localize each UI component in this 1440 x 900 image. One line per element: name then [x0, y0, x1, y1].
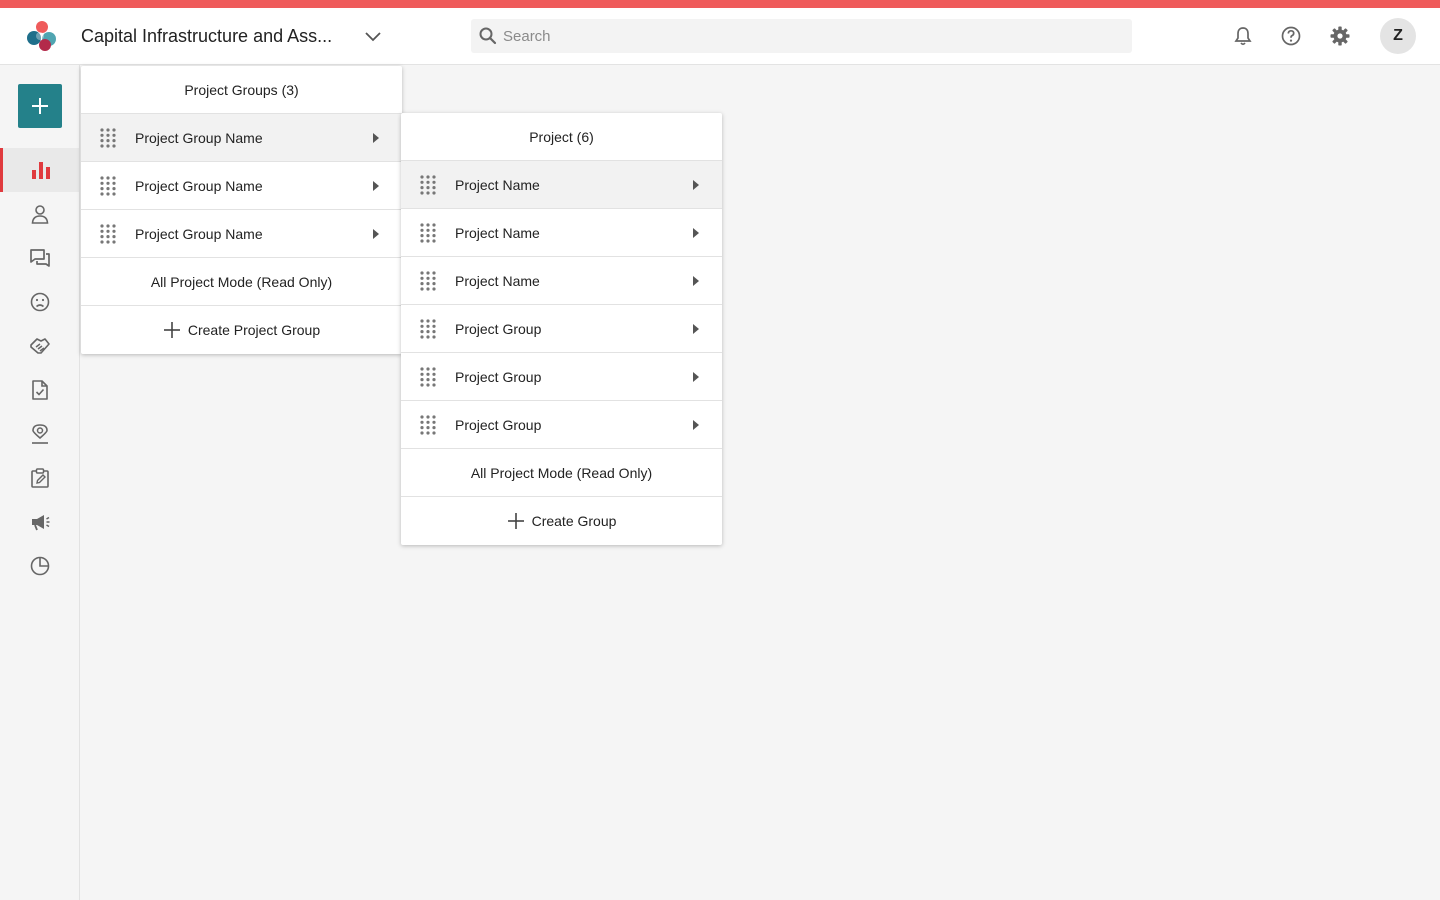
project-label: Project Name	[455, 224, 540, 241]
bar-chart-icon	[32, 162, 50, 179]
sidebar-item-stakeholders[interactable]	[0, 412, 79, 456]
sidebar	[0, 65, 80, 900]
plus-icon	[163, 322, 180, 338]
project-label: Project Name	[455, 176, 540, 193]
create-group-button[interactable]: Create Group	[401, 497, 722, 545]
drag-handle-icon[interactable]	[418, 414, 438, 435]
projects-panel: Project (6) Project Name Project Name Pr…	[401, 113, 722, 545]
top-bar: Capital Infrastructure and Ass... Search…	[0, 8, 1440, 65]
sidebar-item-complaints[interactable]	[0, 280, 79, 324]
caret-right-icon	[693, 420, 699, 430]
plus-icon	[32, 98, 48, 114]
project-item[interactable]: Project Group	[401, 353, 722, 401]
sidebar-item-dashboard[interactable]	[0, 148, 79, 192]
sad-face-icon	[30, 292, 49, 312]
accent-bar	[0, 0, 1440, 8]
project-label: Project Group	[455, 368, 542, 385]
project-title[interactable]: Capital Infrastructure and Ass...	[81, 26, 332, 47]
project-item[interactable]: Project Name	[401, 209, 722, 257]
drag-handle-icon[interactable]	[418, 318, 438, 339]
handshake-icon	[29, 338, 50, 354]
search-input[interactable]	[503, 27, 1103, 45]
all-project-mode-option[interactable]: All Project Mode (Read Only)	[401, 449, 722, 497]
sidebar-item-agreements[interactable]	[0, 324, 79, 368]
project-item[interactable]: Project Name	[401, 161, 722, 209]
create-group-label: Create Group	[531, 513, 617, 529]
help-icon[interactable]	[1280, 25, 1302, 47]
drag-handle-icon[interactable]	[98, 175, 118, 196]
search-icon	[479, 27, 497, 45]
chat-icon	[29, 249, 50, 267]
chevron-down-icon[interactable]	[363, 28, 383, 46]
project-group-item[interactable]: Project Group Name	[81, 114, 402, 162]
caret-right-icon	[373, 229, 379, 239]
project-group-item[interactable]: Project Group Name	[81, 162, 402, 210]
project-group-label: Project Group Name	[135, 129, 263, 146]
drag-handle-icon[interactable]	[98, 127, 118, 148]
sidebar-item-tasks[interactable]	[0, 456, 79, 500]
sidebar-item-announcements[interactable]	[0, 500, 79, 544]
create-project-group-button[interactable]: Create Project Group	[81, 306, 402, 354]
location-person-icon	[31, 424, 48, 444]
drag-handle-icon[interactable]	[98, 223, 118, 244]
search-bar	[471, 19, 1132, 53]
sidebar-item-reports[interactable]	[0, 544, 79, 588]
add-button[interactable]	[18, 84, 62, 128]
project-groups-header: Project Groups (3)	[81, 66, 402, 114]
sidebar-item-documents[interactable]	[0, 368, 79, 412]
project-label: Project Name	[455, 272, 540, 289]
plus-icon	[507, 513, 524, 529]
project-groups-panel: Project Groups (3) Project Group Name Pr…	[81, 66, 402, 354]
caret-right-icon	[373, 133, 379, 143]
megaphone-icon	[31, 515, 49, 531]
drag-handle-icon[interactable]	[418, 174, 438, 195]
project-item[interactable]: Project Group	[401, 305, 722, 353]
clipboard-edit-icon	[30, 468, 49, 488]
app-logo-icon[interactable]	[22, 19, 60, 53]
project-group-label: Project Group Name	[135, 225, 263, 242]
drag-handle-icon[interactable]	[418, 222, 438, 243]
caret-right-icon	[693, 276, 699, 286]
pie-chart-icon	[30, 556, 49, 576]
project-label: Project Group	[455, 416, 542, 433]
all-project-mode-option[interactable]: All Project Mode (Read Only)	[81, 258, 402, 306]
project-item[interactable]: Project Name	[401, 257, 722, 305]
caret-right-icon	[693, 180, 699, 190]
drag-handle-icon[interactable]	[418, 270, 438, 291]
project-item[interactable]: Project Group	[401, 401, 722, 449]
caret-right-icon	[693, 372, 699, 382]
caret-right-icon	[693, 228, 699, 238]
projects-header: Project (6)	[401, 113, 722, 161]
gear-icon[interactable]	[1329, 25, 1351, 47]
project-group-item[interactable]: Project Group Name	[81, 210, 402, 258]
sidebar-item-people[interactable]	[0, 192, 79, 236]
project-group-label: Project Group Name	[135, 177, 263, 194]
project-label: Project Group	[455, 320, 542, 337]
avatar[interactable]: Z	[1380, 18, 1416, 54]
file-check-icon	[31, 380, 48, 400]
sidebar-item-messages[interactable]	[0, 236, 79, 280]
bell-icon[interactable]	[1232, 25, 1254, 47]
create-project-group-label: Create Project Group	[187, 322, 321, 338]
caret-right-icon	[373, 181, 379, 191]
drag-handle-icon[interactable]	[418, 366, 438, 387]
caret-right-icon	[693, 324, 699, 334]
person-icon	[31, 205, 48, 224]
